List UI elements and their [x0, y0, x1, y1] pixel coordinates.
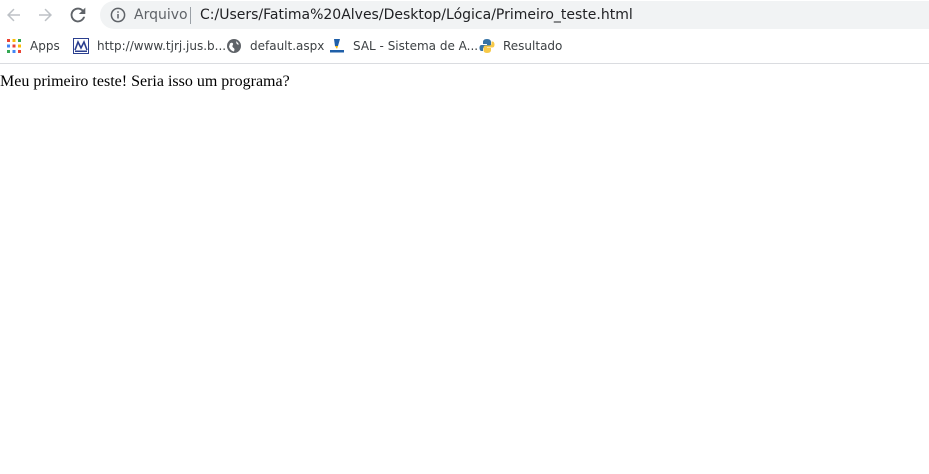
- bookmark-apps[interactable]: Apps: [6, 36, 60, 56]
- bookmark-label: SAL - Sistema de A...: [353, 39, 479, 53]
- resultado-favicon: [479, 39, 495, 53]
- omnibox-divider: [190, 7, 191, 24]
- back-button[interactable]: [2, 3, 26, 27]
- page-text: Meu primeiro teste! Seria isso um progra…: [0, 73, 290, 90]
- arrow-right-icon: [39, 8, 52, 22]
- apps-grid-icon: [7, 39, 21, 53]
- address-bar[interactable]: Arquivo C:/Users/Fatima%20Alves/Desktop/…: [100, 1, 929, 29]
- bookmark-tjrj[interactable]: http://www.tjrj.jus.b...: [73, 36, 226, 56]
- bookmark-label: default.aspx: [250, 39, 325, 53]
- browser-window: Arquivo C:/Users/Fatima%20Alves/Desktop/…: [0, 0, 929, 474]
- sal-favicon: [330, 39, 344, 53]
- bookmark-default-aspx[interactable]: default.aspx: [226, 36, 324, 56]
- reload-button[interactable]: [66, 3, 90, 27]
- page-viewport: Meu primeiro teste! Seria isso um progra…: [0, 64, 929, 474]
- bookmark-label: http://www.tjrj.jus.b...: [97, 39, 227, 53]
- bookmarks-bar: Apps http://www.tjrj.jus.b... default.as…: [0, 30, 929, 64]
- globe-icon: [227, 39, 241, 53]
- tjrj-favicon: [73, 38, 89, 54]
- arrow-left-icon: [7, 8, 20, 22]
- reload-icon: [70, 7, 86, 23]
- browser-toolbar: Arquivo C:/Users/Fatima%20Alves/Desktop/…: [0, 0, 929, 30]
- bookmark-resultado[interactable]: Resultado: [479, 36, 562, 56]
- info-icon[interactable]: [110, 7, 126, 23]
- bookmark-label: Apps: [30, 39, 60, 53]
- url-text[interactable]: C:/Users/Fatima%20Alves/Desktop/Lógica/P…: [200, 6, 633, 24]
- forward-button[interactable]: [33, 3, 57, 27]
- scheme-label: Arquivo: [134, 7, 188, 23]
- bookmark-sal[interactable]: SAL - Sistema de A...: [329, 36, 478, 56]
- bookmark-label: Resultado: [503, 39, 563, 53]
